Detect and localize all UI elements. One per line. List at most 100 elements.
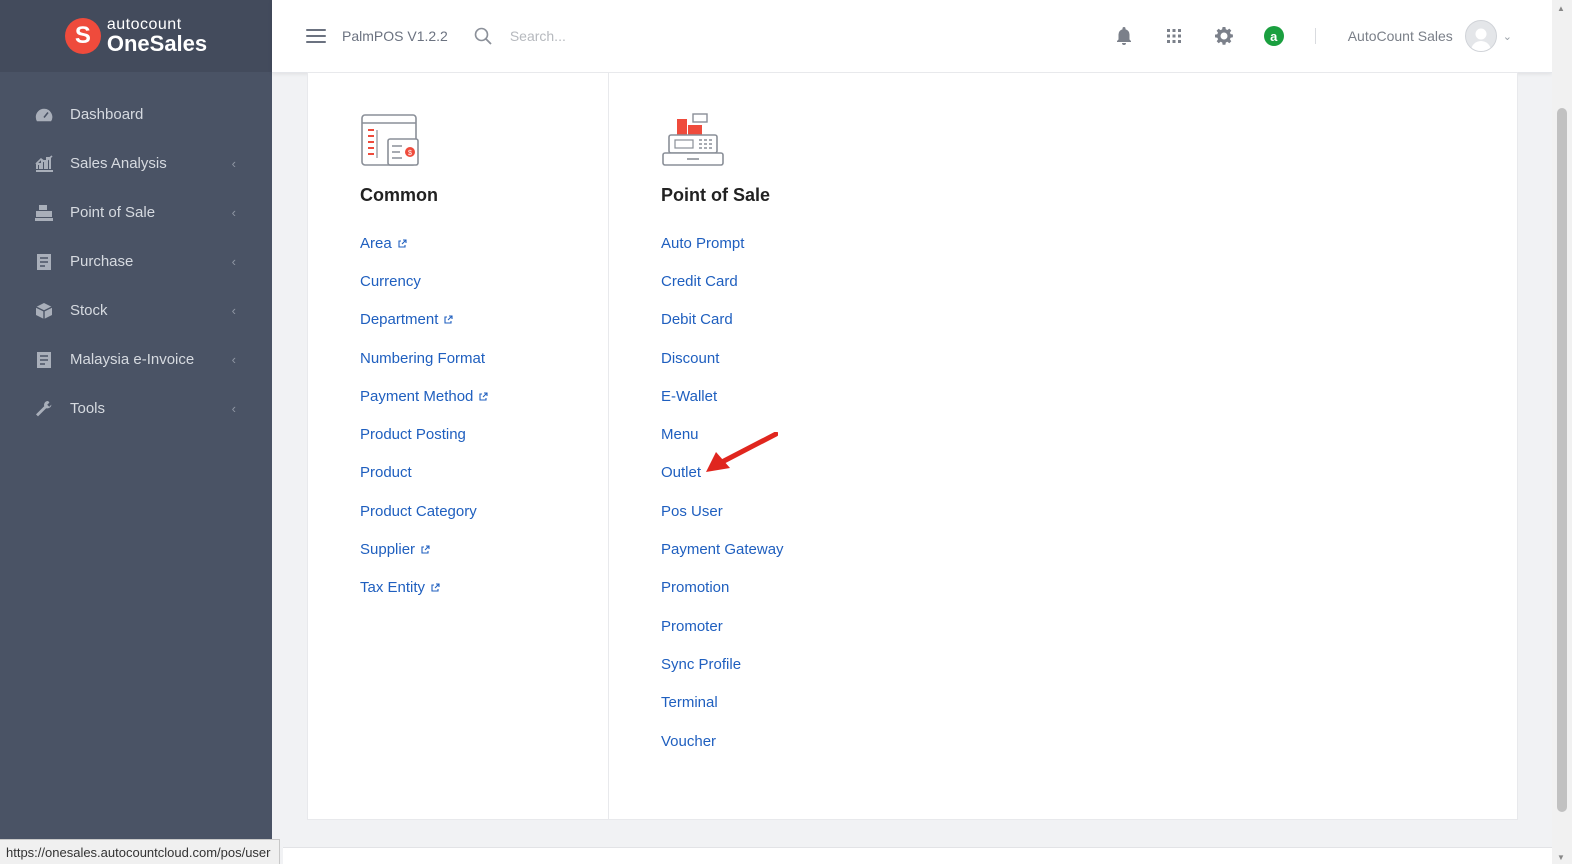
- list-item: Department: [360, 301, 608, 339]
- link-discount[interactable]: Discount: [661, 350, 719, 367]
- footer-strip: [283, 847, 1552, 864]
- list-item: Currency: [360, 262, 608, 300]
- cash-register-icon: [34, 203, 54, 223]
- scroll-down-icon[interactable]: ▼: [1557, 853, 1565, 862]
- settings-card: $ Common Area Currency Department Number…: [307, 72, 1518, 820]
- scrollbar-thumb[interactable]: [1557, 108, 1567, 812]
- link-product-posting[interactable]: Product Posting: [360, 426, 466, 443]
- external-link-icon: [398, 239, 407, 248]
- external-link-icon: [421, 545, 430, 554]
- sidebar-item-malaysia-e-invoice[interactable]: Malaysia e-Invoice ‹: [0, 335, 272, 384]
- link-currency[interactable]: Currency: [360, 273, 421, 290]
- list-item: Area: [360, 224, 608, 262]
- gear-icon[interactable]: [1213, 25, 1235, 47]
- list-item: Terminal: [661, 684, 1209, 722]
- scroll-up-icon[interactable]: ▲: [1557, 4, 1565, 13]
- link-credit-card[interactable]: Credit Card: [661, 273, 738, 290]
- list-item: Product Posting: [360, 415, 608, 453]
- sidebar-item-tools[interactable]: Tools ‹: [0, 384, 272, 433]
- brand-logo[interactable]: S autocount OneSales: [0, 0, 272, 72]
- receipt-icon: [34, 252, 54, 272]
- apps-grid-icon[interactable]: [1163, 25, 1185, 47]
- sidebar-item-label: Dashboard: [70, 106, 144, 123]
- sidebar-item-label: Purchase: [70, 253, 134, 270]
- link-terminal[interactable]: Terminal: [661, 694, 718, 711]
- link-auto-prompt[interactable]: Auto Prompt: [661, 235, 744, 252]
- list-item: Numbering Format: [360, 339, 608, 377]
- chevron-left-icon: ‹: [231, 352, 236, 367]
- chevron-left-icon: ‹: [231, 401, 236, 416]
- link-e-wallet[interactable]: E-Wallet: [661, 388, 717, 405]
- list-item: Payment Gateway: [661, 530, 1209, 568]
- list-item: E-Wallet: [661, 377, 1209, 415]
- brand-badge: S: [64, 18, 101, 54]
- box-icon: [34, 301, 54, 321]
- app-badge: a: [1263, 26, 1284, 46]
- hamburger-menu-icon[interactable]: [306, 25, 326, 47]
- link-outlet[interactable]: Outlet: [661, 464, 701, 481]
- link-promoter[interactable]: Promoter: [661, 618, 723, 635]
- chevron-down-icon[interactable]: ⌄: [1503, 30, 1512, 43]
- sidebar-item-label: Stock: [70, 302, 108, 319]
- list-item: Auto Prompt: [661, 224, 1209, 262]
- search-input[interactable]: [507, 27, 712, 45]
- autocount-app-icon[interactable]: a: [1263, 25, 1285, 47]
- link-payment-gateway[interactable]: Payment Gateway: [661, 541, 784, 558]
- link-menu[interactable]: Menu: [661, 426, 699, 443]
- header-divider: [1314, 28, 1316, 44]
- chevron-left-icon: ‹: [231, 303, 236, 318]
- sidebar-item-purchase[interactable]: Purchase ‹: [0, 237, 272, 286]
- link-product-category[interactable]: Product Category: [360, 503, 477, 520]
- link-status-bar: https://onesales.autocountcloud.com/pos/…: [0, 839, 280, 864]
- link-pos-user[interactable]: Pos User: [661, 503, 723, 520]
- chart-icon: [34, 154, 54, 174]
- list-item: Tax Entity: [360, 569, 608, 607]
- common-links: Area Currency Department Numbering Forma…: [360, 224, 608, 607]
- sidebar-item-sales-analysis[interactable]: Sales Analysis ‹: [0, 139, 272, 188]
- list-item: Promoter: [661, 607, 1209, 645]
- list-item: Debit Card: [661, 301, 1209, 339]
- list-item: Promotion: [661, 569, 1209, 607]
- app-version: PalmPOS V1.2.2: [342, 28, 448, 44]
- link-payment-method[interactable]: Payment Method: [360, 388, 473, 405]
- sidebar-item-label: Tools: [70, 400, 106, 417]
- avatar[interactable]: [1464, 20, 1497, 52]
- sidebar-item-label: Sales Analysis: [70, 155, 167, 172]
- page-scrollbar[interactable]: ▲ ▼: [1552, 0, 1572, 864]
- list-item: Payment Method: [360, 377, 608, 415]
- link-debit-card[interactable]: Debit Card: [661, 311, 733, 328]
- sidebar-menu: Dashboard Sales Analysis ‹ Point of Sale…: [0, 72, 272, 433]
- sidebar-item-label: Malaysia e-Invoice: [70, 351, 195, 368]
- invoice-icon: [34, 350, 54, 370]
- annotation-arrow-icon: [706, 432, 778, 472]
- list-item: Credit Card: [661, 262, 1209, 300]
- sidebar-item-label: Point of Sale: [70, 204, 156, 221]
- link-product[interactable]: Product: [360, 464, 412, 481]
- chevron-left-icon: ‹: [231, 156, 236, 171]
- section-title: Common: [360, 185, 438, 205]
- list-item: Product Category: [360, 492, 608, 530]
- link-tax-entity[interactable]: Tax Entity: [360, 579, 425, 596]
- link-sync-profile[interactable]: Sync Profile: [661, 656, 741, 673]
- dashboard-icon: [34, 105, 54, 125]
- sidebar-item-point-of-sale[interactable]: Point of Sale ‹: [0, 188, 272, 237]
- external-link-icon: [431, 583, 440, 592]
- sidebar-item-stock[interactable]: Stock ‹: [0, 286, 272, 335]
- sidebar: S autocount OneSales Dashboard Sales Ana…: [0, 0, 272, 864]
- pos-links: Auto Prompt Credit Card Debit Card Disco…: [661, 224, 1209, 760]
- link-supplier[interactable]: Supplier: [360, 541, 415, 558]
- search-icon[interactable]: [474, 27, 492, 45]
- bell-icon[interactable]: [1113, 25, 1135, 47]
- list-item: Product: [360, 454, 608, 492]
- link-area[interactable]: Area: [360, 235, 392, 252]
- user-name[interactable]: AutoCount Sales: [1348, 28, 1453, 44]
- link-department[interactable]: Department: [360, 311, 438, 328]
- external-link-icon: [444, 315, 453, 324]
- link-numbering-format[interactable]: Numbering Format: [360, 350, 485, 367]
- link-voucher[interactable]: Voucher: [661, 733, 716, 750]
- chevron-left-icon: ‹: [231, 205, 236, 220]
- list-item: Sync Profile: [661, 645, 1209, 683]
- link-promotion[interactable]: Promotion: [661, 579, 729, 596]
- common-settings-icon: $: [360, 113, 422, 169]
- sidebar-item-dashboard[interactable]: Dashboard: [0, 90, 272, 139]
